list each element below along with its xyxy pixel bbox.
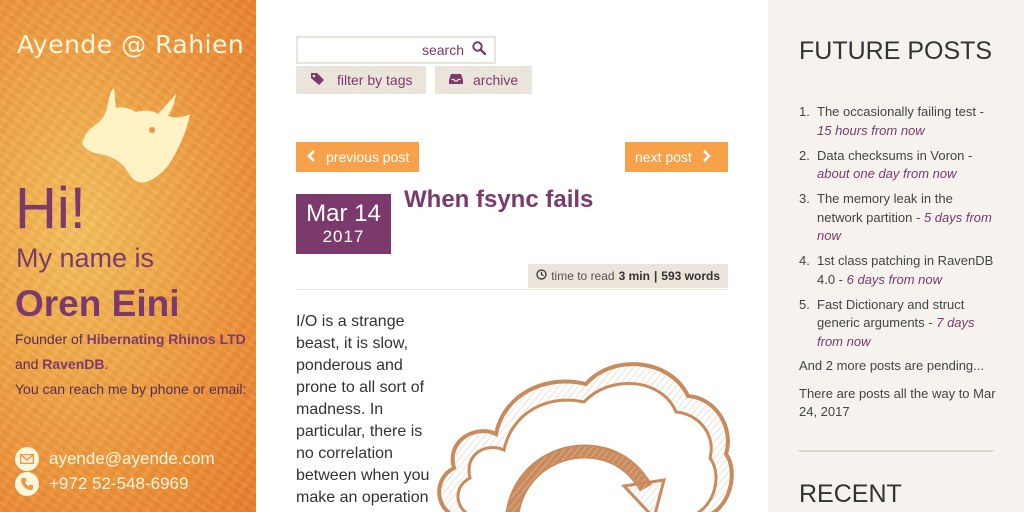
reach-text: You can reach me by phone or email: <box>15 381 247 397</box>
chevron-right-icon <box>702 149 712 165</box>
envelope-icon <box>15 447 39 471</box>
post-month-day: Mar 14 <box>306 200 381 227</box>
future-posts-list: 1. The occasionally failing test - 15 ho… <box>799 103 999 358</box>
filter-label: filter by tags <box>337 72 413 88</box>
item-number: 4. <box>799 253 810 268</box>
chevron-left-icon <box>306 149 316 165</box>
author-name: Oren Eini <box>15 283 180 324</box>
reading-separator: | <box>653 269 658 283</box>
author-bio: Founder of Hibernating Rhinos LTD and Ra… <box>15 327 247 402</box>
tags-icon <box>310 72 327 89</box>
list-item[interactable]: 5. Fast Dictionary and struct generic ar… <box>799 296 999 352</box>
next-post-button[interactable]: next post <box>625 142 728 172</box>
future-post-title: Data checksums in Voron - <box>817 147 973 163</box>
future-post-when: about one day from now <box>817 166 957 181</box>
phone-contact[interactable]: +972 52-548-6969 <box>15 472 188 496</box>
recent-heading: RECENT <box>799 480 902 508</box>
item-number: 3. <box>799 191 810 206</box>
item-number: 5. <box>799 296 810 312</box>
search-input[interactable] <box>314 42 464 58</box>
list-item[interactable]: 2. Data checksums in Voron - about one d… <box>799 147 999 184</box>
future-post-title: The occasionally failing test - <box>817 104 984 119</box>
item-number: 2. <box>799 147 810 163</box>
previous-post-button[interactable]: previous post <box>296 142 420 172</box>
next-label: next post <box>635 149 692 165</box>
search-icon[interactable] <box>472 40 487 60</box>
post-title[interactable]: When fsync fails <box>404 186 593 214</box>
post-year: 2017 <box>322 227 365 246</box>
item-number: 1. <box>799 104 810 119</box>
archive-label: archive <box>473 72 519 88</box>
reading-time-badge: time to read 3 min | 593 words <box>528 264 728 288</box>
archive-button[interactable]: archive <box>435 66 533 94</box>
clock-icon <box>536 269 547 283</box>
posts-until-text: There are posts all the way to Mar 24, 2… <box>799 386 996 419</box>
site-title[interactable]: Ayende @ Rahien <box>17 30 244 59</box>
rhino-logo <box>82 88 190 183</box>
future-posts-heading: FUTURE POSTS <box>799 37 993 65</box>
intro-text: My name is <box>16 243 155 273</box>
phone-number[interactable]: +972 52-548-6969 <box>49 474 188 494</box>
reading-time-label: time to read <box>551 269 615 283</box>
email-contact[interactable]: ayende@ayende.com <box>15 447 215 471</box>
filter-by-tags-button[interactable]: filter by tags <box>296 66 427 94</box>
list-item[interactable]: 1. The occasionally failing test - 15 ho… <box>799 103 999 140</box>
profile-sidebar: Ayende @ Rahien Hi! My name is Oren Eini… <box>0 0 256 512</box>
email-link[interactable]: ayende@ayende.com <box>49 449 215 469</box>
reading-minutes: 3 min <box>618 269 650 283</box>
future-post-when: 15 hours from now <box>817 122 925 138</box>
bio-period: . <box>104 356 109 372</box>
cloud-sync-illustration <box>437 362 734 512</box>
pending-posts-text: And 2 more posts are pending... <box>799 358 985 373</box>
phone-icon <box>15 472 39 496</box>
search-box[interactable] <box>296 36 496 64</box>
inbox-icon <box>449 72 463 88</box>
right-sidebar: FUTURE POSTS 1. The occasionally failing… <box>768 0 1024 512</box>
post-body: I/O is a strange beast, it is slow, pond… <box>296 313 430 506</box>
sidebar-divider <box>799 450 993 452</box>
future-post-when: 6 days from now <box>846 271 942 287</box>
company-link-ravendb[interactable]: RavenDB <box>42 356 104 372</box>
list-item[interactable]: 4. 1st class patching in RavenDB 4.0 - 6… <box>799 252 999 289</box>
greeting: Hi! <box>15 176 86 241</box>
company-link-hibernating-rhinos[interactable]: Hibernating Rhinos LTD <box>87 331 246 347</box>
bio-prefix: Founder of <box>15 331 87 347</box>
word-count: 593 words <box>661 269 720 283</box>
list-item[interactable]: 3. The memory leak in the network partit… <box>799 190 999 246</box>
bio-and: and <box>15 356 43 372</box>
main-content: filter by tags archive previous post nex… <box>256 0 768 512</box>
previous-label: previous post <box>326 149 410 165</box>
post-divider <box>296 289 728 290</box>
post-date: Mar 14 2017 <box>296 194 391 254</box>
